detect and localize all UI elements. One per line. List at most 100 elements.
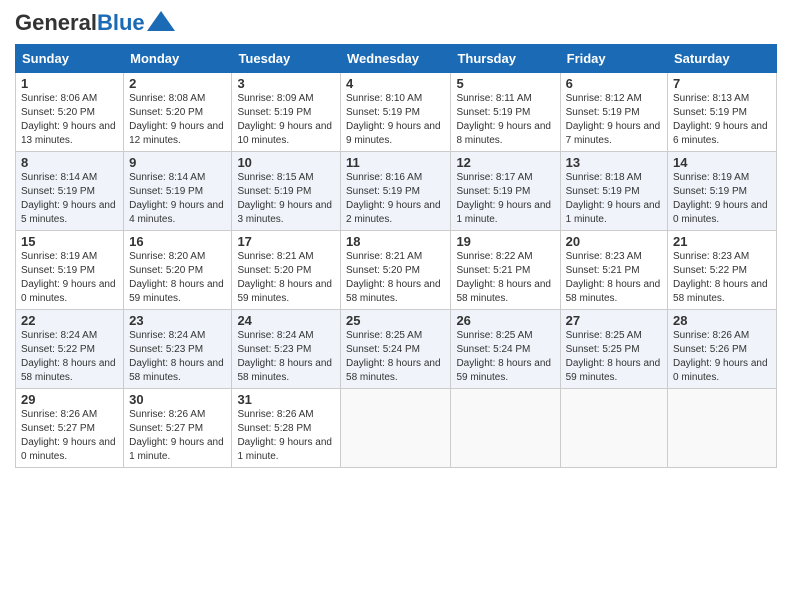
calendar-week-1: 1Sunrise: 8:06 AMSunset: 5:20 PMDaylight…	[16, 73, 777, 152]
day-info: Sunrise: 8:21 AMSunset: 5:20 PMDaylight:…	[346, 250, 445, 306]
calendar-cell: 18Sunrise: 8:21 AMSunset: 5:20 PMDayligh…	[341, 231, 451, 310]
day-info: Sunrise: 8:25 AMSunset: 5:25 PMDaylight:…	[566, 329, 662, 385]
logo-blue: Blue	[97, 10, 145, 36]
day-number: 25	[346, 313, 445, 328]
day-number: 17	[237, 234, 335, 249]
calendar-week-4: 22Sunrise: 8:24 AMSunset: 5:22 PMDayligh…	[16, 310, 777, 389]
day-info: Sunrise: 8:24 AMSunset: 5:23 PMDaylight:…	[237, 329, 335, 385]
day-info: Sunrise: 8:24 AMSunset: 5:23 PMDaylight:…	[129, 329, 226, 385]
calendar-cell: 23Sunrise: 8:24 AMSunset: 5:23 PMDayligh…	[124, 310, 232, 389]
calendar-cell: 29Sunrise: 8:26 AMSunset: 5:27 PMDayligh…	[16, 389, 124, 468]
day-number: 20	[566, 234, 662, 249]
day-number: 12	[456, 155, 554, 170]
calendar-cell: 24Sunrise: 8:24 AMSunset: 5:23 PMDayligh…	[232, 310, 341, 389]
header-monday: Monday	[124, 45, 232, 73]
calendar-cell: 15Sunrise: 8:19 AMSunset: 5:19 PMDayligh…	[16, 231, 124, 310]
calendar-cell: 8Sunrise: 8:14 AMSunset: 5:19 PMDaylight…	[16, 152, 124, 231]
calendar-cell: 4Sunrise: 8:10 AMSunset: 5:19 PMDaylight…	[341, 73, 451, 152]
calendar-cell	[341, 389, 451, 468]
calendar-cell: 9Sunrise: 8:14 AMSunset: 5:19 PMDaylight…	[124, 152, 232, 231]
day-info: Sunrise: 8:23 AMSunset: 5:21 PMDaylight:…	[566, 250, 662, 306]
calendar-cell: 7Sunrise: 8:13 AMSunset: 5:19 PMDaylight…	[668, 73, 777, 152]
day-number: 10	[237, 155, 335, 170]
day-info: Sunrise: 8:10 AMSunset: 5:19 PMDaylight:…	[346, 92, 445, 148]
day-info: Sunrise: 8:14 AMSunset: 5:19 PMDaylight:…	[129, 171, 226, 227]
day-number: 8	[21, 155, 118, 170]
calendar-cell	[451, 389, 560, 468]
day-number: 18	[346, 234, 445, 249]
day-number: 13	[566, 155, 662, 170]
page-header: General Blue	[15, 10, 777, 36]
calendar-cell: 17Sunrise: 8:21 AMSunset: 5:20 PMDayligh…	[232, 231, 341, 310]
day-info: Sunrise: 8:11 AMSunset: 5:19 PMDaylight:…	[456, 92, 554, 148]
day-number: 9	[129, 155, 226, 170]
header-friday: Friday	[560, 45, 667, 73]
day-info: Sunrise: 8:15 AMSunset: 5:19 PMDaylight:…	[237, 171, 335, 227]
day-info: Sunrise: 8:25 AMSunset: 5:24 PMDaylight:…	[456, 329, 554, 385]
day-info: Sunrise: 8:20 AMSunset: 5:20 PMDaylight:…	[129, 250, 226, 306]
day-number: 21	[673, 234, 771, 249]
day-info: Sunrise: 8:26 AMSunset: 5:27 PMDaylight:…	[21, 408, 118, 464]
calendar-cell: 1Sunrise: 8:06 AMSunset: 5:20 PMDaylight…	[16, 73, 124, 152]
day-number: 5	[456, 76, 554, 91]
day-number: 26	[456, 313, 554, 328]
day-number: 28	[673, 313, 771, 328]
day-number: 29	[21, 392, 118, 407]
day-info: Sunrise: 8:06 AMSunset: 5:20 PMDaylight:…	[21, 92, 118, 148]
day-info: Sunrise: 8:18 AMSunset: 5:19 PMDaylight:…	[566, 171, 662, 227]
day-info: Sunrise: 8:26 AMSunset: 5:28 PMDaylight:…	[237, 408, 335, 464]
day-number: 2	[129, 76, 226, 91]
day-info: Sunrise: 8:24 AMSunset: 5:22 PMDaylight:…	[21, 329, 118, 385]
weekday-header-row: Sunday Monday Tuesday Wednesday Thursday…	[16, 45, 777, 73]
day-info: Sunrise: 8:14 AMSunset: 5:19 PMDaylight:…	[21, 171, 118, 227]
day-number: 15	[21, 234, 118, 249]
calendar-cell: 31Sunrise: 8:26 AMSunset: 5:28 PMDayligh…	[232, 389, 341, 468]
day-info: Sunrise: 8:19 AMSunset: 5:19 PMDaylight:…	[673, 171, 771, 227]
calendar-cell	[668, 389, 777, 468]
calendar-cell: 5Sunrise: 8:11 AMSunset: 5:19 PMDaylight…	[451, 73, 560, 152]
day-info: Sunrise: 8:17 AMSunset: 5:19 PMDaylight:…	[456, 171, 554, 227]
day-number: 3	[237, 76, 335, 91]
calendar-cell: 14Sunrise: 8:19 AMSunset: 5:19 PMDayligh…	[668, 152, 777, 231]
day-info: Sunrise: 8:13 AMSunset: 5:19 PMDaylight:…	[673, 92, 771, 148]
day-number: 19	[456, 234, 554, 249]
calendar-week-2: 8Sunrise: 8:14 AMSunset: 5:19 PMDaylight…	[16, 152, 777, 231]
calendar-table: Sunday Monday Tuesday Wednesday Thursday…	[15, 44, 777, 468]
day-info: Sunrise: 8:22 AMSunset: 5:21 PMDaylight:…	[456, 250, 554, 306]
calendar-cell: 2Sunrise: 8:08 AMSunset: 5:20 PMDaylight…	[124, 73, 232, 152]
calendar-cell: 21Sunrise: 8:23 AMSunset: 5:22 PMDayligh…	[668, 231, 777, 310]
header-saturday: Saturday	[668, 45, 777, 73]
day-number: 1	[21, 76, 118, 91]
day-info: Sunrise: 8:21 AMSunset: 5:20 PMDaylight:…	[237, 250, 335, 306]
day-number: 14	[673, 155, 771, 170]
logo-general: General	[15, 10, 97, 36]
calendar-cell: 20Sunrise: 8:23 AMSunset: 5:21 PMDayligh…	[560, 231, 667, 310]
calendar-cell: 11Sunrise: 8:16 AMSunset: 5:19 PMDayligh…	[341, 152, 451, 231]
day-info: Sunrise: 8:26 AMSunset: 5:26 PMDaylight:…	[673, 329, 771, 385]
day-number: 23	[129, 313, 226, 328]
calendar-cell	[560, 389, 667, 468]
day-info: Sunrise: 8:19 AMSunset: 5:19 PMDaylight:…	[21, 250, 118, 306]
header-thursday: Thursday	[451, 45, 560, 73]
day-number: 4	[346, 76, 445, 91]
calendar-cell: 6Sunrise: 8:12 AMSunset: 5:19 PMDaylight…	[560, 73, 667, 152]
day-info: Sunrise: 8:16 AMSunset: 5:19 PMDaylight:…	[346, 171, 445, 227]
day-number: 31	[237, 392, 335, 407]
calendar-cell: 16Sunrise: 8:20 AMSunset: 5:20 PMDayligh…	[124, 231, 232, 310]
calendar-cell: 10Sunrise: 8:15 AMSunset: 5:19 PMDayligh…	[232, 152, 341, 231]
logo: General Blue	[15, 10, 175, 36]
day-info: Sunrise: 8:09 AMSunset: 5:19 PMDaylight:…	[237, 92, 335, 148]
day-info: Sunrise: 8:25 AMSunset: 5:24 PMDaylight:…	[346, 329, 445, 385]
calendar-cell: 22Sunrise: 8:24 AMSunset: 5:22 PMDayligh…	[16, 310, 124, 389]
calendar-cell: 3Sunrise: 8:09 AMSunset: 5:19 PMDaylight…	[232, 73, 341, 152]
calendar-week-5: 29Sunrise: 8:26 AMSunset: 5:27 PMDayligh…	[16, 389, 777, 468]
calendar-cell: 28Sunrise: 8:26 AMSunset: 5:26 PMDayligh…	[668, 310, 777, 389]
day-info: Sunrise: 8:23 AMSunset: 5:22 PMDaylight:…	[673, 250, 771, 306]
page-container: General Blue Sunday Monday Tuesday Wedne…	[0, 0, 792, 478]
calendar-cell: 27Sunrise: 8:25 AMSunset: 5:25 PMDayligh…	[560, 310, 667, 389]
calendar-cell: 26Sunrise: 8:25 AMSunset: 5:24 PMDayligh…	[451, 310, 560, 389]
day-number: 16	[129, 234, 226, 249]
header-tuesday: Tuesday	[232, 45, 341, 73]
calendar-cell: 25Sunrise: 8:25 AMSunset: 5:24 PMDayligh…	[341, 310, 451, 389]
day-info: Sunrise: 8:12 AMSunset: 5:19 PMDaylight:…	[566, 92, 662, 148]
